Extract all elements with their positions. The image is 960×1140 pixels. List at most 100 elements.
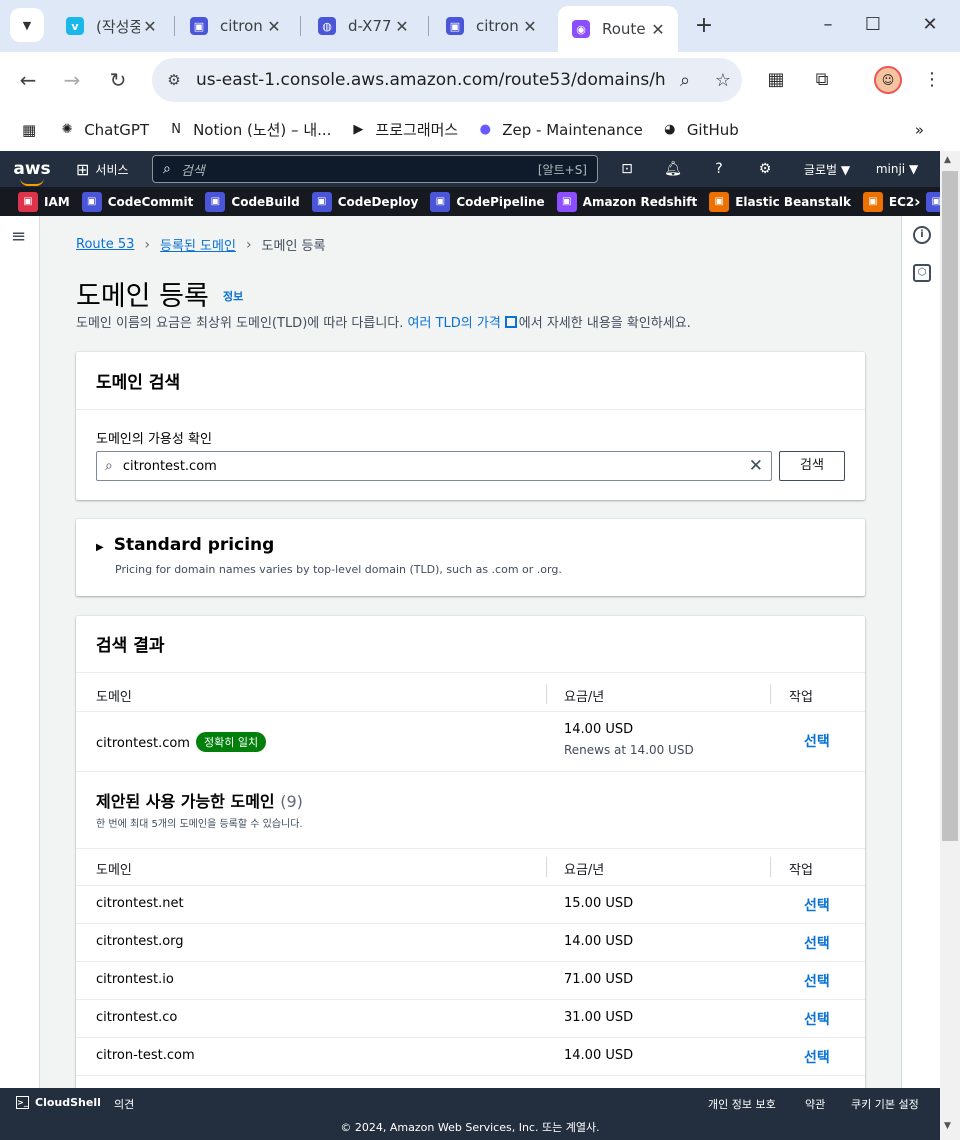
close-tab-icon[interactable]: ✕ xyxy=(392,17,412,36)
bookmarks-bar: ▦ ✺ ChatGPT N Notion (노션) – 내... ▶ 프로그래머스 ●… xyxy=(0,108,960,151)
url-text[interactable]: us-east-1.console.aws.amazon.com/route53… xyxy=(196,70,666,90)
select-button[interactable]: 선택 xyxy=(804,1009,830,1029)
cookie-preferences-link[interactable]: 쿠키 기본 설정 xyxy=(851,1096,919,1112)
tab-1[interactable]: v (작성중 ✕ xyxy=(52,8,170,44)
select-button[interactable]: 선택 xyxy=(804,1047,830,1067)
chevron-down-icon: ▼ xyxy=(22,18,32,32)
maximize-button[interactable]: ☐ xyxy=(853,10,893,40)
tab-2[interactable]: ▣ citron ✕ xyxy=(176,8,294,44)
aws-logo[interactable]: aws xyxy=(0,159,64,186)
site-info-icon[interactable]: ⚙ xyxy=(152,71,196,89)
reload-button[interactable]: ↻ xyxy=(104,66,132,94)
feedback-link[interactable]: 의견 xyxy=(114,1096,134,1112)
bookmark-notion[interactable]: N Notion (노션) – 내... xyxy=(167,119,331,140)
tld-pricing-link[interactable]: 여러 TLD의 가격 xyxy=(408,316,501,331)
col-price: 요금/년 xyxy=(564,690,605,705)
bookmark-github[interactable]: ◕ GitHub xyxy=(661,121,739,139)
help-icon[interactable]: ? xyxy=(696,161,742,177)
close-tab-icon[interactable]: ✕ xyxy=(264,17,284,36)
service-shortcut[interactable]: ▣ CodeBuild xyxy=(205,191,300,212)
price: 14.00 USD xyxy=(564,722,634,737)
bookmark-chatgpt[interactable]: ✺ ChatGPT xyxy=(58,121,149,139)
expand-pricing-toggle[interactable]: ▶ Standard pricing xyxy=(96,535,274,555)
domain-search-input[interactable]: ⌕ citrontest.com ✕ xyxy=(96,451,772,481)
scrollbar-thumb[interactable] xyxy=(942,171,958,841)
region-selector[interactable]: 글로벌 ▼ xyxy=(788,161,866,178)
close-tab-icon[interactable]: ✕ xyxy=(648,20,668,39)
forward-button[interactable]: → xyxy=(58,66,86,94)
notifications-bell-icon[interactable]: 🔔︎ xyxy=(650,161,696,177)
menu-kebab-icon[interactable]: ⋮ xyxy=(918,66,946,94)
service-icon: ▣ xyxy=(311,191,332,212)
select-button[interactable]: 선택 xyxy=(804,933,830,953)
select-button[interactable]: 선택 xyxy=(804,971,830,991)
suggested-row: citrontest.io 71.00 USD 선택 xyxy=(76,962,865,1000)
service-shortcut[interactable]: ▣ IAM xyxy=(18,191,70,212)
extension-icon[interactable]: ▦ xyxy=(762,66,790,94)
breadcrumb-current: 도메인 등록 xyxy=(261,239,326,254)
breadcrumb-registered-domains[interactable]: 등록된 도메인 xyxy=(160,235,236,254)
service-shortcut[interactable]: ▣ CodePipeline xyxy=(430,191,545,212)
select-button[interactable]: 선택 xyxy=(804,731,830,751)
info-icon[interactable]: i xyxy=(913,226,931,244)
services-menu[interactable]: ⊞ 서비스 xyxy=(64,160,152,179)
tab-4[interactable]: ▣ citron ✕ xyxy=(432,8,550,44)
service-shortcut[interactable]: ▣ CodeCommit xyxy=(81,191,193,212)
cloudshell-link[interactable]: >_ CloudShell xyxy=(16,1096,101,1109)
programmers-icon: ▶ xyxy=(353,122,364,137)
suggested-description: 한 번에 최대 5개의 도메인을 등록할 수 있습니다. xyxy=(96,819,303,830)
more-bookmarks-icon[interactable]: » xyxy=(915,121,924,139)
bookmark-star-icon[interactable]: ☆ xyxy=(704,70,742,91)
col-domain: 도메인 xyxy=(96,690,132,705)
page-scrollbar[interactable]: ▲ ▼ xyxy=(940,151,960,1140)
new-tab-button[interactable]: + xyxy=(690,12,718,40)
breadcrumb-route53[interactable]: Route 53 xyxy=(76,237,134,252)
select-button[interactable]: 선택 xyxy=(804,895,830,915)
scroll-down-icon[interactable]: ▼ xyxy=(944,1121,951,1131)
service-shortcut[interactable]: ▣ Amazon Redshift xyxy=(556,191,697,212)
close-tab-icon[interactable]: ✕ xyxy=(140,17,160,36)
tab-5-active[interactable]: ◉ Route ✕ xyxy=(558,6,678,52)
price: 15.00 USD xyxy=(564,896,634,911)
service-shortcut[interactable]: ▣ CodeDeploy xyxy=(311,191,418,212)
feedback-hex-icon[interactable]: ⬡ xyxy=(913,264,931,282)
search-button[interactable]: 검색 xyxy=(779,451,845,481)
aws-search-input[interactable]: ⌕ 검색 [알트+S] xyxy=(152,155,598,183)
exact-match-row: citrontest.com 정확히 일치 14.00 USD Renews at… xyxy=(76,712,865,772)
bookmark-programmers[interactable]: ▶ 프로그래머스 xyxy=(349,119,458,140)
service-shortcut[interactable]: ▣ Elastic Beanstalk xyxy=(709,191,851,212)
suggested-column-header: 도메인 요금/년 작업 xyxy=(76,848,865,886)
scroll-up-icon[interactable]: ▲ xyxy=(944,155,951,165)
apps-grid-icon[interactable]: ▦ xyxy=(22,121,36,139)
domain-name: citrontest.org xyxy=(96,934,184,949)
price: 14.00 USD xyxy=(564,934,634,949)
tab-3[interactable]: ◍ d-X77 ✕ xyxy=(304,8,422,44)
service-icon: ▣ xyxy=(862,191,883,212)
suggested-row: citrontest.org 14.00 USD 선택 xyxy=(76,924,865,962)
account-menu[interactable]: minji ▼ xyxy=(866,162,928,176)
service-shortcut[interactable]: ▣RDS xyxy=(926,191,940,212)
route53-icon: ◉ xyxy=(572,20,590,38)
profile-avatar[interactable]: ☺ xyxy=(874,66,902,94)
bookmark-zep[interactable]: ● Zep - Maintenance xyxy=(476,121,643,139)
extensions-puzzle-icon[interactable]: ⧉ xyxy=(808,66,836,94)
zoom-icon[interactable]: ⌕ xyxy=(666,70,704,91)
back-button[interactable]: ← xyxy=(14,66,42,94)
hamburger-menu-icon[interactable]: ≡ xyxy=(11,226,26,247)
minimize-button[interactable]: – xyxy=(808,10,848,40)
close-tab-icon[interactable]: ✕ xyxy=(520,17,540,36)
tab-search-button[interactable]: ▼ xyxy=(10,8,44,42)
settings-gear-icon[interactable]: ⚙ xyxy=(742,161,788,177)
service-shortcut[interactable]: ▣ EC2 xyxy=(862,191,914,212)
clear-input-icon[interactable]: ✕ xyxy=(749,456,763,476)
address-bar[interactable]: ⚙ us-east-1.console.aws.amazon.com/route… xyxy=(152,58,742,102)
close-window-button[interactable]: ✕ xyxy=(910,10,950,40)
cloudshell-icon[interactable]: ⊡ xyxy=(604,161,650,177)
service-icon: ▣ xyxy=(18,191,38,212)
privacy-link[interactable]: 개인 정보 보호 xyxy=(708,1096,776,1112)
terms-link[interactable]: 약관 xyxy=(805,1096,825,1112)
scroll-right-icon[interactable]: › xyxy=(914,192,921,211)
browser-toolbar: ← → ↻ ⚙ us-east-1.console.aws.amazon.com… xyxy=(0,52,960,108)
aws-service-icon: ▣ xyxy=(446,17,464,35)
info-link[interactable]: 정보 xyxy=(223,288,243,304)
